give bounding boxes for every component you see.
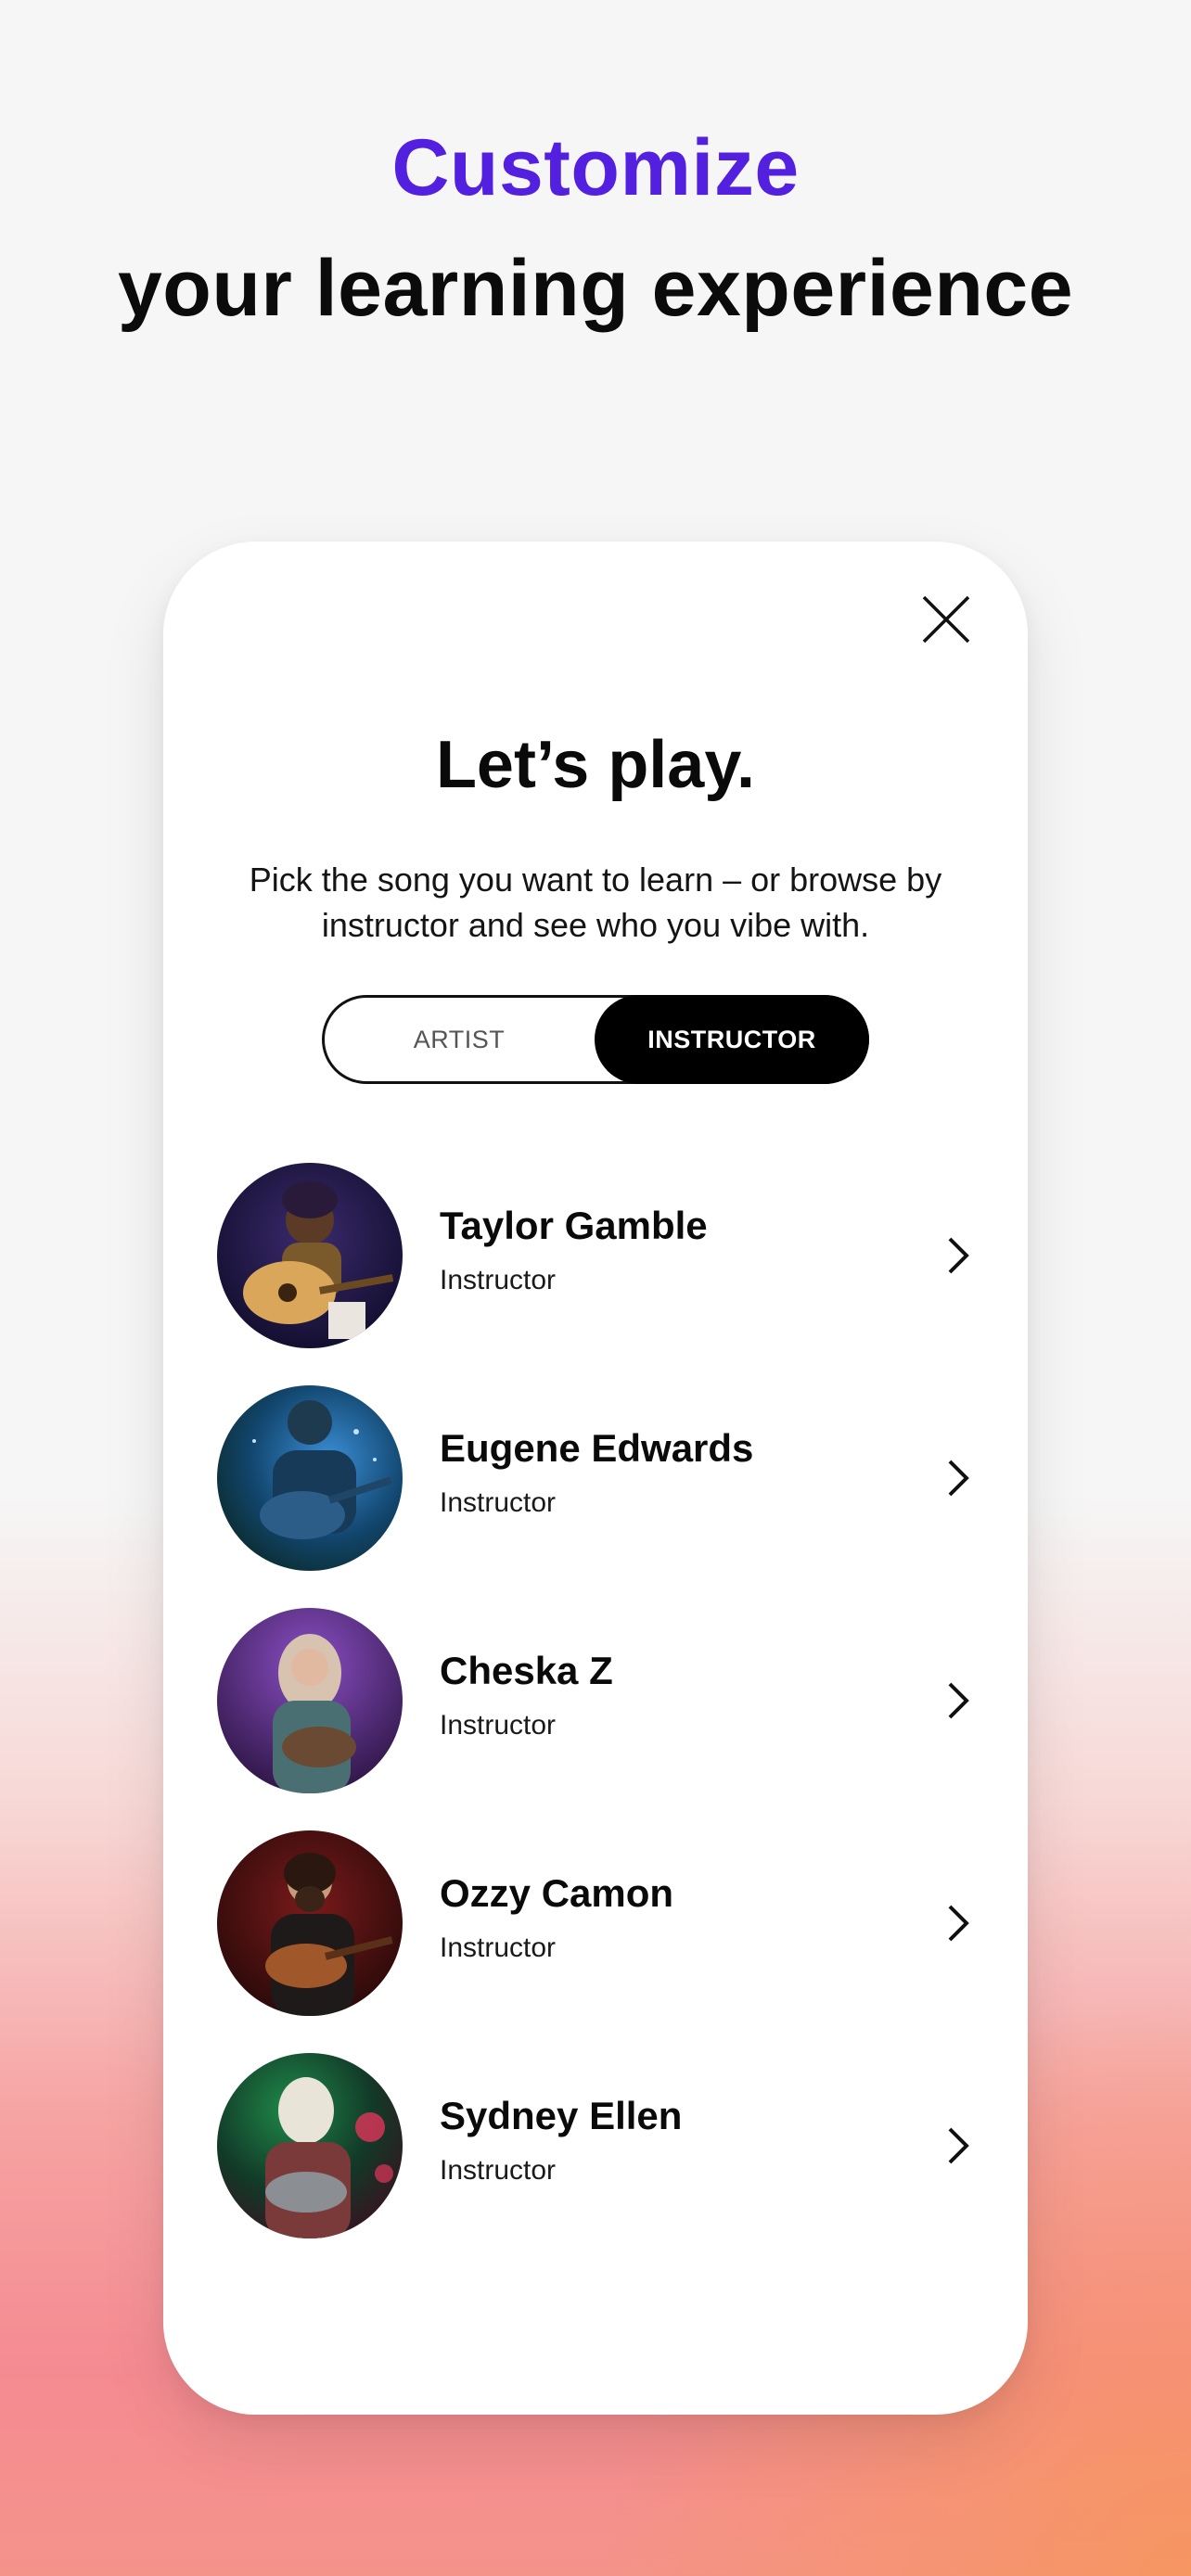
headline-accent: Customize [391,123,800,212]
instructor-role: Instructor [440,1932,557,1963]
toggle-instructor[interactable]: INSTRUCTOR [595,995,869,1084]
instructor-role: Instructor [440,1265,557,1295]
chevron-right-icon [948,1905,969,1942]
instructor-name: Cheska Z [440,1649,613,1692]
avatar [217,2053,403,2238]
avatar [217,1385,403,1571]
chevron-right-icon [948,1682,969,1719]
chevron-right-icon [948,1237,969,1274]
instructor-name: Sydney Ellen [440,2094,683,2137]
instructor-row-sydney-ellen[interactable]: Sydney Ellen Instructor [163,2053,1028,2238]
browse-mode-toggle: ARTIST INSTRUCTOR [322,995,869,1084]
instructor-role: Instructor [440,1487,557,1518]
instructor-name: Ozzy Camon [440,1871,674,1915]
instructor-name: Taylor Gamble [440,1204,708,1247]
instructor-name: Eugene Edwards [440,1426,754,1470]
instructor-row-eugene-edwards[interactable]: Eugene Edwards Instructor [163,1385,1028,1571]
toggle-artist[interactable]: ARTIST [325,998,594,1081]
instructor-role: Instructor [440,2155,557,2186]
modal-subtitle: Pick the song you want to learn – or bro… [249,861,942,944]
instructor-role: Instructor [440,1710,557,1741]
close-icon [922,595,970,644]
chevron-right-icon [948,2127,969,2164]
chevron-right-icon [948,1460,969,1497]
instructor-picker-modal: Let’s play. Pick the song you want to le… [163,542,1028,2415]
instructor-row-cheska-z[interactable]: Cheska Z Instructor [163,1608,1028,1793]
avatar [217,1608,403,1793]
instructor-row-ozzy-camon[interactable]: Ozzy Camon Instructor [163,1830,1028,2016]
headline-main: your learning experience [117,244,1074,333]
close-button[interactable] [916,590,976,649]
avatar [217,1830,403,2016]
avatar [217,1163,403,1348]
instructor-row-taylor-gamble[interactable]: Taylor Gamble Instructor [163,1163,1028,1348]
modal-title: Let’s play. [435,728,756,802]
